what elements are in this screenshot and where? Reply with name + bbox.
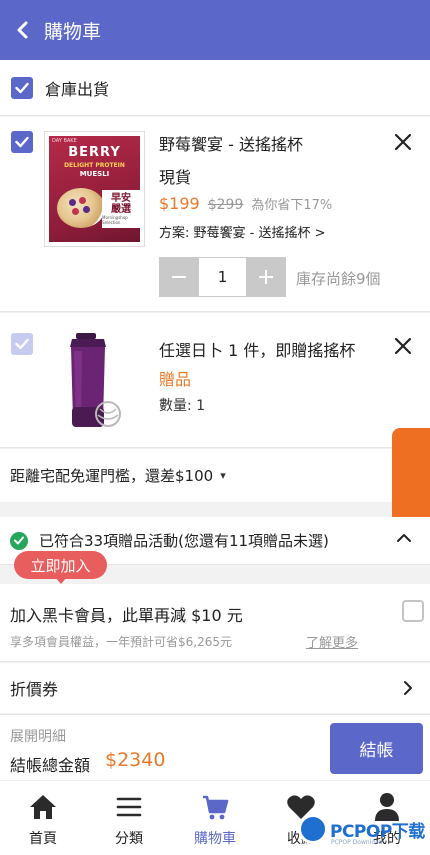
warehouse-group-row: 倉庫出貨: [0, 60, 430, 116]
checkout-bar: 展開明細 結帳總金額 $2340 結帳: [0, 714, 430, 780]
warehouse-label: 倉庫出貨: [45, 79, 110, 99]
decrease-button[interactable]: [159, 257, 199, 297]
shaker-bottle-image[interactable]: [60, 331, 130, 431]
plus-icon: [259, 270, 273, 284]
cart-item: DAY BAKE BERRY DELIGHT PROTEIN MUESLI 早安…: [0, 117, 430, 312]
free-shipping-text: 距離宅配免運門檻，還差$100: [10, 467, 214, 485]
expand-details-link[interactable]: 展開明細: [10, 726, 66, 746]
gift-events-text: 已符合33項贈品活動(您還有11項贈品未選): [39, 532, 329, 550]
membership-title: 加入黑卡會員，此單再減 $10 元: [10, 606, 243, 625]
page-title: 購物車: [44, 20, 102, 43]
quantity-value[interactable]: 1: [199, 257, 246, 297]
coupon-label: 折價券: [10, 680, 59, 699]
cart-item-gift: 任選日卜 1 件，即贈搖搖杯 贈品 數量: 1: [0, 313, 430, 448]
floating-side-tab[interactable]: [392, 428, 430, 526]
user-icon: [371, 791, 403, 823]
back-button[interactable]: [2, 0, 42, 60]
item-checkbox[interactable]: [11, 131, 33, 153]
gift-tag: 贈品: [159, 370, 192, 389]
chevron-up-icon[interactable]: [396, 533, 412, 543]
original-price: $299: [207, 197, 244, 213]
cart-icon: [199, 791, 231, 823]
remove-item-button[interactable]: [390, 333, 416, 359]
increase-button[interactable]: [246, 257, 286, 297]
tab-home[interactable]: 首頁: [0, 781, 86, 855]
sale-price: $199: [159, 194, 200, 213]
learn-more-link[interactable]: 了解更多: [306, 632, 358, 651]
free-shipping-row[interactable]: 距離宅配免運門檻，還差$100 ▾: [0, 449, 430, 502]
stock-remaining: 庫存尚餘9個: [296, 270, 381, 288]
selection-tag: 早安 嚴選 Morningshop Selection: [102, 190, 140, 228]
saving-text: 為你省下17%: [251, 198, 333, 213]
membership-row: 加入黑卡會員，此單再減 $10 元 享多項會員權益，一年預計可省$6,265元 …: [0, 584, 430, 662]
minus-icon: [172, 276, 186, 278]
membership-subtitle: 享多項會員權益，一年預計可省$6,265元: [10, 635, 232, 649]
check-circle-icon: [10, 531, 28, 550]
join-now-badge[interactable]: 立即加入: [14, 551, 107, 584]
top-bar: 購物車: [0, 0, 430, 60]
cereal-box-illustration: DAY BAKE BERRY DELIGHT PROTEIN MUESLI 早安…: [49, 136, 140, 242]
bottom-tab-bar: 首頁 分類 購物車 收藏 我的: [0, 780, 430, 855]
item-checkbox[interactable]: [11, 333, 33, 355]
membership-checkbox[interactable]: [402, 600, 424, 622]
chevron-left-icon: [17, 21, 28, 39]
chevron-right-icon: [404, 681, 412, 695]
product-title[interactable]: 任選日卜 1 件，即贈搖搖杯: [159, 337, 355, 361]
stock-status: 現貨: [159, 168, 192, 187]
tab-profile[interactable]: 我的: [344, 781, 430, 855]
total-label: 結帳總金額: [10, 756, 91, 775]
tab-category[interactable]: 分類: [86, 781, 172, 855]
remove-item-button[interactable]: [390, 129, 416, 155]
close-icon: [394, 133, 412, 151]
check-icon: [15, 136, 29, 148]
product-title[interactable]: 野莓饗宴 - 送搖搖杯: [159, 131, 303, 155]
product-image[interactable]: DAY BAKE BERRY DELIGHT PROTEIN MUESLI 早安…: [44, 131, 145, 247]
price-row: $199 $299 為你省下17%: [159, 194, 332, 213]
menu-icon: [113, 791, 145, 823]
gift-quantity: 數量: 1: [159, 398, 206, 414]
plan-selector[interactable]: 方案: 野莓饗宴 - 送搖搖杯 >: [159, 222, 326, 241]
coupon-row[interactable]: 折價券: [0, 663, 430, 713]
checkout-button[interactable]: 結帳: [330, 723, 423, 774]
home-icon: [27, 791, 59, 823]
quantity-stepper: 1: [159, 257, 286, 297]
warehouse-checkbox[interactable]: [11, 76, 33, 99]
close-icon: [394, 337, 412, 355]
check-icon: [15, 82, 29, 93]
heart-icon: [285, 791, 317, 823]
total-amount: $2340: [105, 749, 166, 771]
tab-cart[interactable]: 購物車: [172, 781, 258, 855]
caret-down-icon: ▾: [220, 469, 226, 482]
tab-favorites[interactable]: 收藏: [258, 781, 344, 855]
check-icon: [15, 338, 29, 350]
